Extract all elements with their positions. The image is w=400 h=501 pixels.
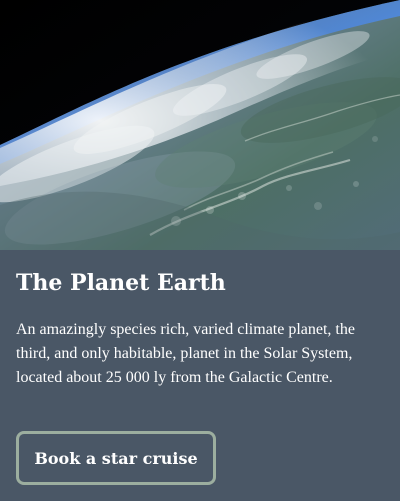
card-description: An amazingly species rich, varied climat… [16, 321, 355, 386]
book-star-cruise-button[interactable]: Book a star cruise [16, 431, 216, 485]
card-title: The Planet Earth [16, 270, 226, 296]
planet-card: The Planet Earth An amazingly species ri… [0, 0, 400, 501]
card-content: The Planet Earth An amazingly species ri… [16, 266, 384, 390]
earth-from-space-image [0, 0, 400, 250]
